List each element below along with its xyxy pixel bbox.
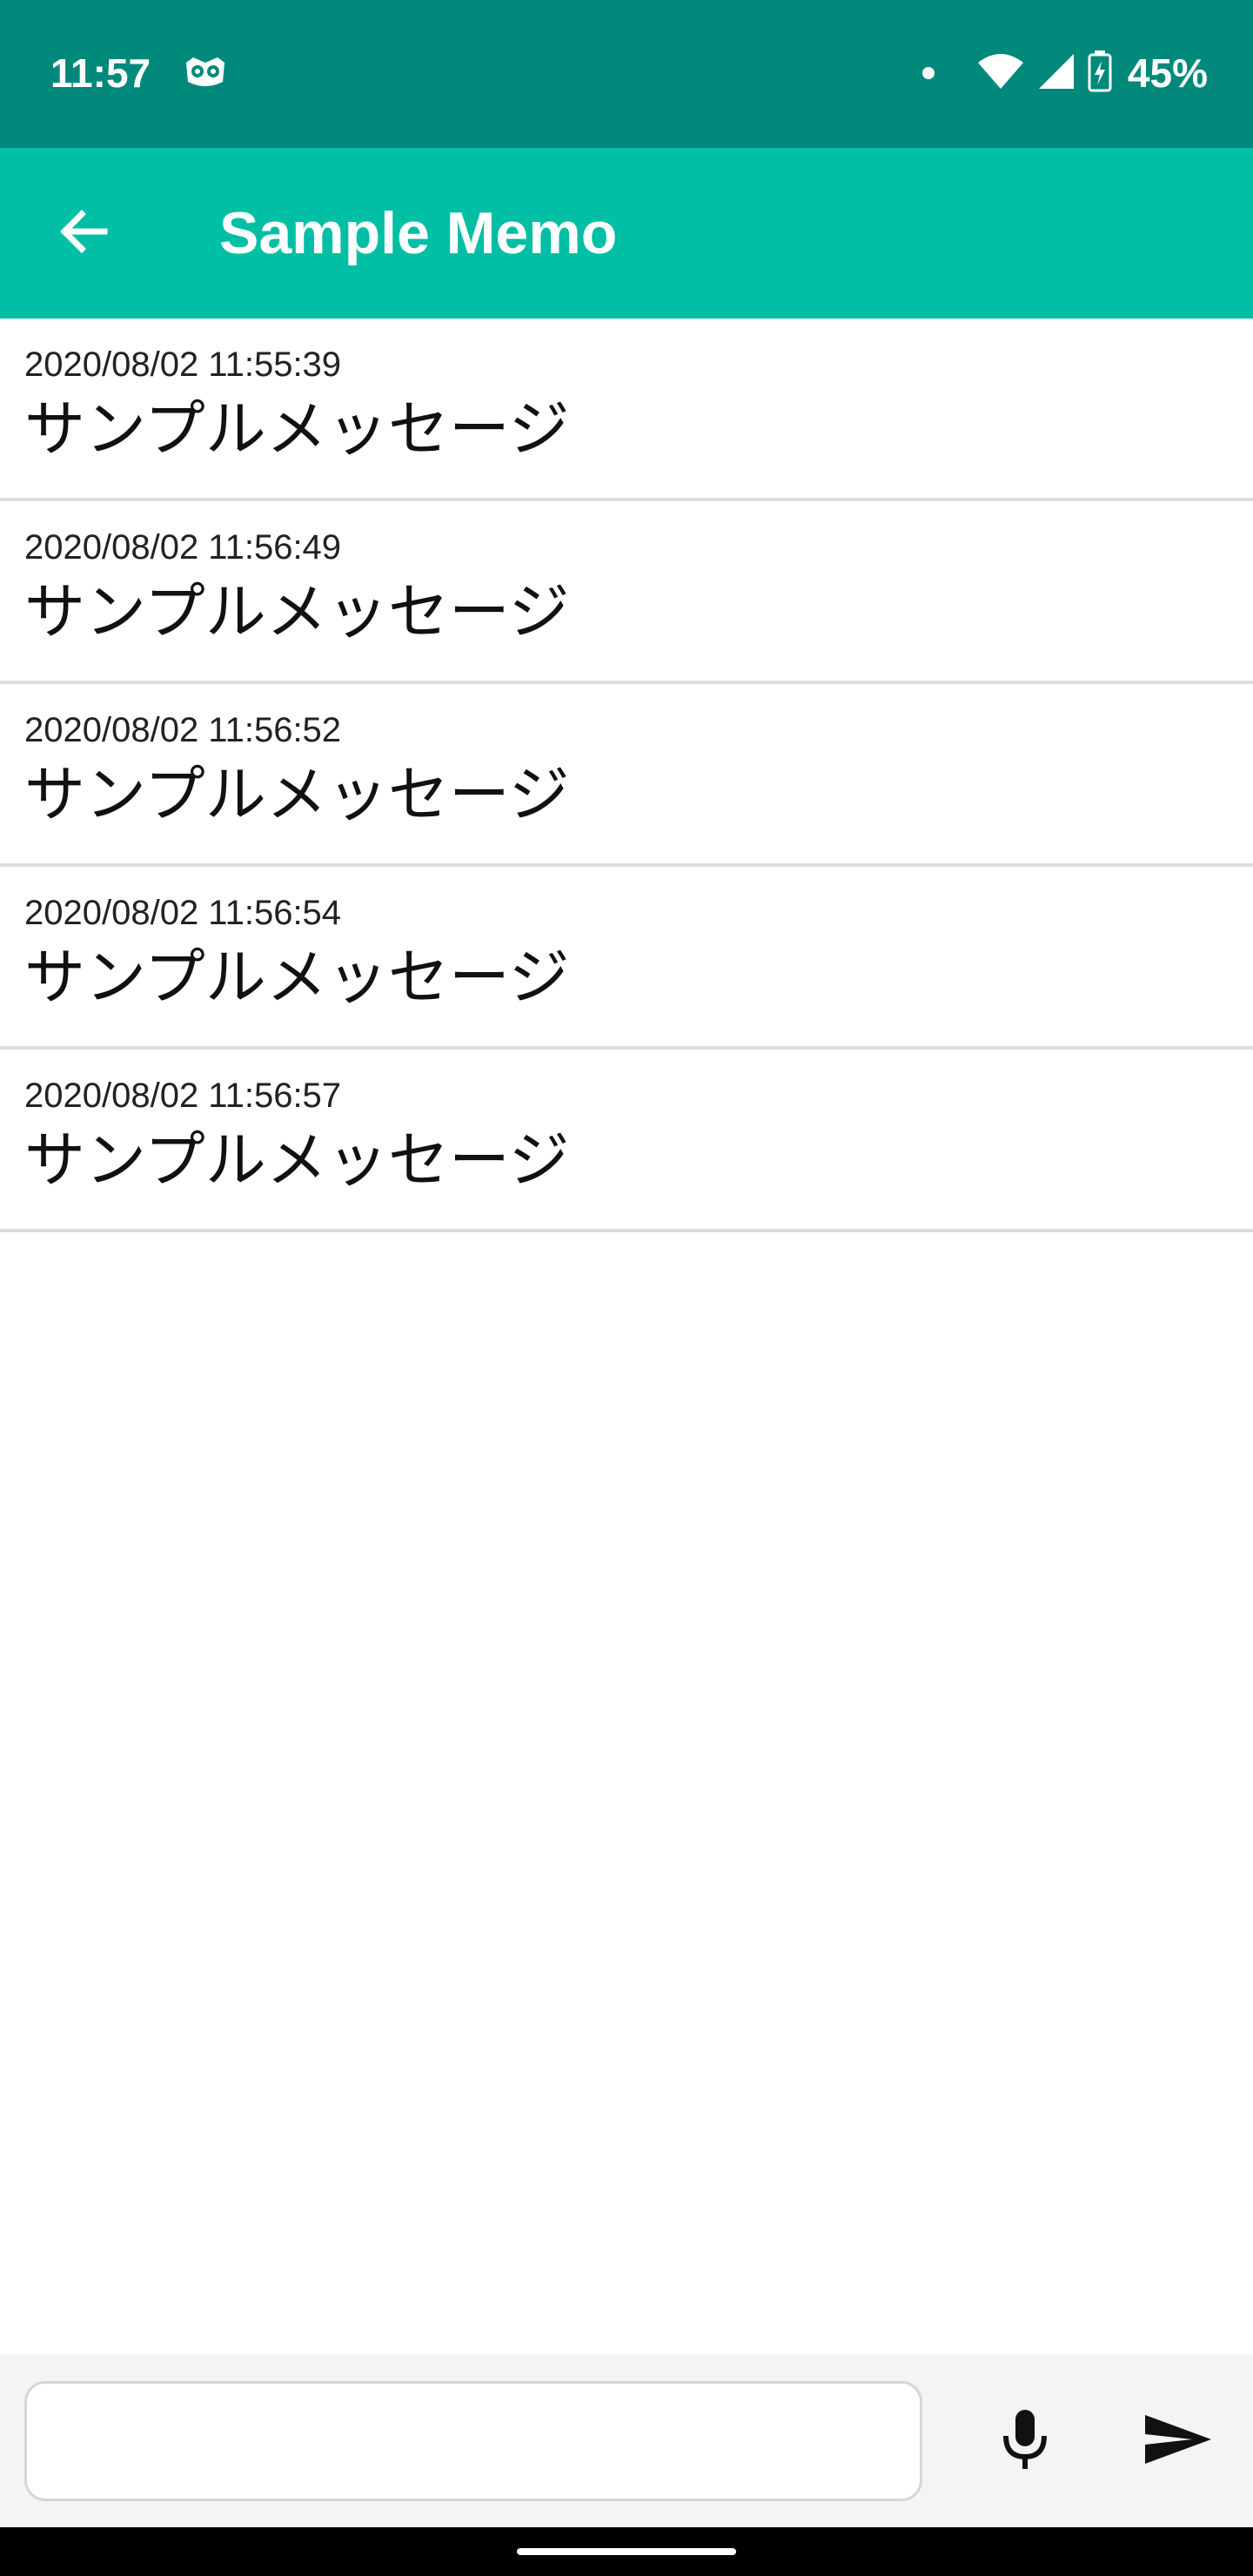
memo-text: サンプルメッセージ <box>24 1124 570 1196</box>
system-nav-bar <box>0 2527 1253 2576</box>
memo-list-item[interactable]: 2020/08/02 11:56:49 サンプルメッセージ <box>0 501 1253 684</box>
app-bar: Sample Memo <box>0 148 1253 319</box>
status-bar: 11:57 45% <box>0 0 1253 148</box>
memo-list: 2020/08/02 11:55:39 サンプルメッセージ 2020/08/02… <box>0 319 1253 1232</box>
memo-timestamp: 2020/08/02 11:56:52 <box>24 711 342 749</box>
home-indicator[interactable] <box>517 2548 736 2555</box>
back-button[interactable] <box>38 188 129 278</box>
memo-timestamp: 2020/08/02 11:56:54 <box>24 894 342 932</box>
status-icons: 45% <box>921 45 1208 101</box>
memo-text: サンプルメッセージ <box>24 576 570 647</box>
memo-text: サンプルメッセージ <box>24 942 570 1013</box>
message-input[interactable] <box>24 2381 922 2501</box>
battery-charging-icon <box>1088 50 1112 96</box>
memo-text: サンプルメッセージ <box>24 393 570 465</box>
memo-text: サンプルメッセージ <box>24 759 570 830</box>
arrow-back-icon <box>56 204 111 263</box>
send-button[interactable] <box>1128 2393 1229 2489</box>
mic-button[interactable] <box>980 2393 1070 2489</box>
memo-list-item[interactable]: 2020/08/02 11:55:39 サンプルメッセージ <box>0 319 1253 501</box>
composer-bar <box>0 2355 1253 2527</box>
send-icon <box>1143 2412 1213 2471</box>
battery-percent: 45% <box>1127 50 1208 96</box>
memo-list-item[interactable]: 2020/08/02 11:56:54 サンプルメッセージ <box>0 867 1253 1050</box>
status-time: 11:57 <box>50 50 151 96</box>
memo-timestamp: 2020/08/02 11:56:49 <box>24 528 342 567</box>
memo-list-item[interactable]: 2020/08/02 11:56:57 サンプルメッセージ <box>0 1050 1253 1232</box>
memo-timestamp: 2020/08/02 11:56:57 <box>24 1077 342 1115</box>
memo-list-item[interactable]: 2020/08/02 11:56:52 サンプルメッセージ <box>0 684 1253 867</box>
memo-timestamp: 2020/08/02 11:55:39 <box>24 345 342 384</box>
mic-icon <box>1001 2408 1049 2474</box>
wifi-icon <box>976 52 1025 94</box>
notification-dot-icon <box>921 67 935 79</box>
page-title: Sample Memo <box>219 200 618 266</box>
cell-signal-icon <box>1037 52 1075 94</box>
owl-icon <box>183 56 228 91</box>
